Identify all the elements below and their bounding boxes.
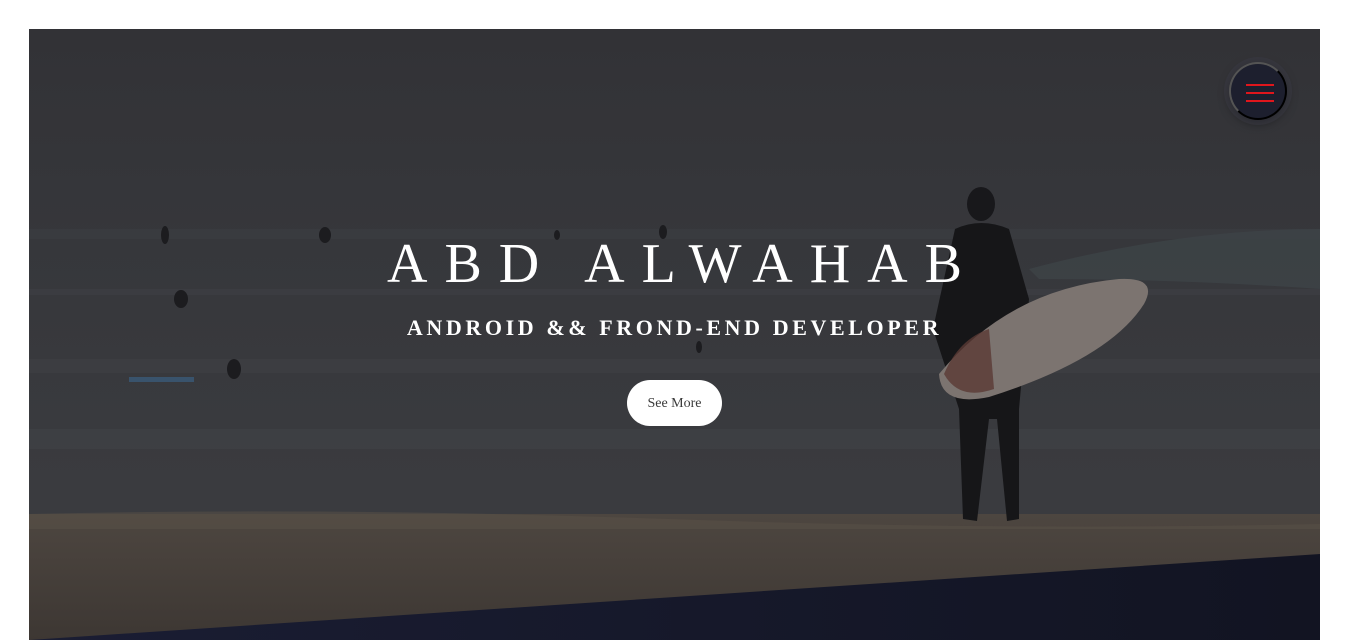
hero-section: ABD ALWAHAB ANDROID && FROND-END DEVELOP… <box>29 29 1320 640</box>
hamburger-menu-icon <box>1246 84 1274 86</box>
see-more-button[interactable]: See More <box>627 380 722 426</box>
menu-toggle-button[interactable] <box>1229 62 1287 120</box>
hamburger-menu-icon-bar <box>1246 100 1274 102</box>
hamburger-menu-icon-bar <box>1246 92 1274 94</box>
hero-subtitle: ANDROID && FROND-END DEVELOPER <box>406 315 943 340</box>
hero-title: ABD ALWAHAB <box>387 233 979 295</box>
